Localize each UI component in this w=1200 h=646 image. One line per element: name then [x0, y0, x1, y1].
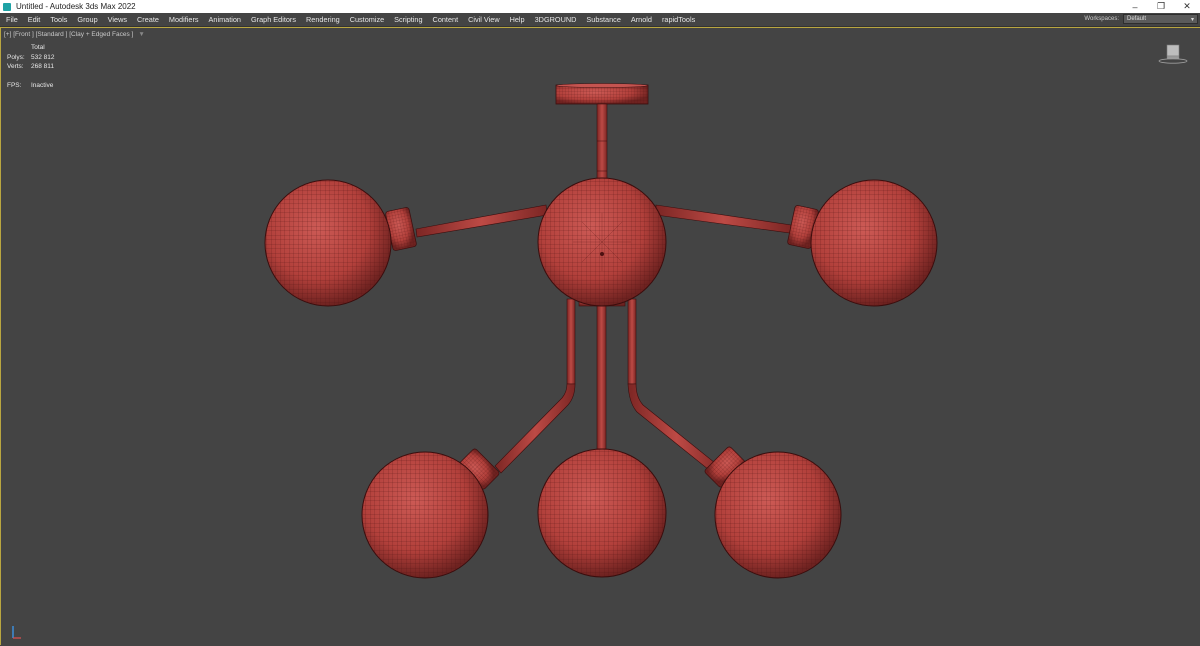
menu-content[interactable]: Content	[428, 15, 464, 24]
menu-rapidtools[interactable]: rapidTools	[657, 15, 700, 24]
center-stem	[596, 103, 608, 185]
workspaces-value: Default	[1127, 16, 1147, 22]
menu-group[interactable]: Group	[72, 15, 102, 24]
stats-total-header: Total	[31, 44, 45, 51]
globe-bottom-left	[361, 451, 489, 579]
menu-views[interactable]: Views	[103, 15, 132, 24]
menu-animation[interactable]: Animation	[204, 15, 246, 24]
polys-label: Polys:	[7, 53, 25, 61]
menu-customize[interactable]: Customize	[345, 15, 389, 24]
workspaces-selector: Workspaces: Default ▾	[1084, 14, 1198, 24]
menu-civil-view[interactable]: Civil View	[463, 15, 505, 24]
menu-scripting[interactable]: Scripting	[389, 15, 427, 24]
app-logo-icon	[3, 2, 11, 11]
restore-button[interactable]: ❐	[1148, 0, 1174, 13]
menu-modifiers[interactable]: Modifiers	[164, 15, 204, 24]
minimize-button[interactable]: –	[1122, 0, 1148, 13]
workspaces-dropdown[interactable]: Default ▾	[1123, 14, 1198, 24]
menu-tools[interactable]: Tools	[45, 15, 72, 24]
menu-graph-editors[interactable]: Graph Editors	[246, 15, 301, 24]
menu-edit[interactable]: Edit	[23, 15, 46, 24]
verts-value: 268 811	[31, 63, 55, 70]
workspaces-label: Workspaces:	[1084, 16, 1119, 22]
viewport-label-text[interactable]: [+] [Front ] [Standard ] [Clay + Edged F…	[4, 31, 133, 38]
menu-bar: File Edit Tools Group Views Create Modif…	[0, 13, 1200, 27]
fps-value: Inactive	[31, 81, 54, 89]
front-viewport[interactable]: [+] [Front ] [Standard ] [Clay + Edged F…	[0, 27, 1200, 645]
axis-tripod-icon	[12, 626, 21, 639]
menu-file[interactable]: File	[0, 15, 23, 24]
polys-value: 532 812	[31, 53, 55, 61]
menu-substance[interactable]: Substance	[581, 15, 625, 24]
app-window: Untitled - Autodesk 3ds Max 2022 – ❐ ✕ F…	[0, 0, 1200, 645]
statistics-overlay: Total Polys: 532 812 Verts: 268 811 FPS: In…	[7, 43, 55, 90]
fps-label: FPS:	[7, 81, 22, 89]
viewcube-icon[interactable]	[1158, 42, 1188, 66]
menu-arnold[interactable]: Arnold	[626, 15, 657, 24]
title-bar: Untitled - Autodesk 3ds Max 2022 – ❐ ✕	[0, 0, 1200, 13]
window-title: Untitled - Autodesk 3ds Max 2022	[16, 2, 136, 11]
viewport-label[interactable]: [+] [Front ] [Standard ] [Clay + Edged F…	[4, 31, 145, 38]
globe-center	[537, 177, 667, 307]
globe-bottom-center	[537, 448, 667, 578]
close-button[interactable]: ✕	[1174, 0, 1200, 13]
verts-label: Verts:	[7, 63, 24, 70]
menu-3dground[interactable]: 3DGROUND	[530, 15, 582, 24]
window-controls: – ❐ ✕	[1122, 0, 1200, 13]
funnel-icon[interactable]: ▼	[138, 31, 144, 38]
ceiling-canopy	[555, 83, 649, 105]
menu-rendering[interactable]: Rendering	[301, 15, 345, 24]
chandelier-model	[264, 83, 938, 579]
globe-bottom-right	[714, 451, 842, 579]
menu-help[interactable]: Help	[505, 15, 530, 24]
globe-top-right	[810, 179, 938, 307]
chevron-down-icon: ▾	[1190, 16, 1194, 23]
menu-create[interactable]: Create	[132, 15, 164, 24]
globe-top-left	[264, 179, 392, 307]
